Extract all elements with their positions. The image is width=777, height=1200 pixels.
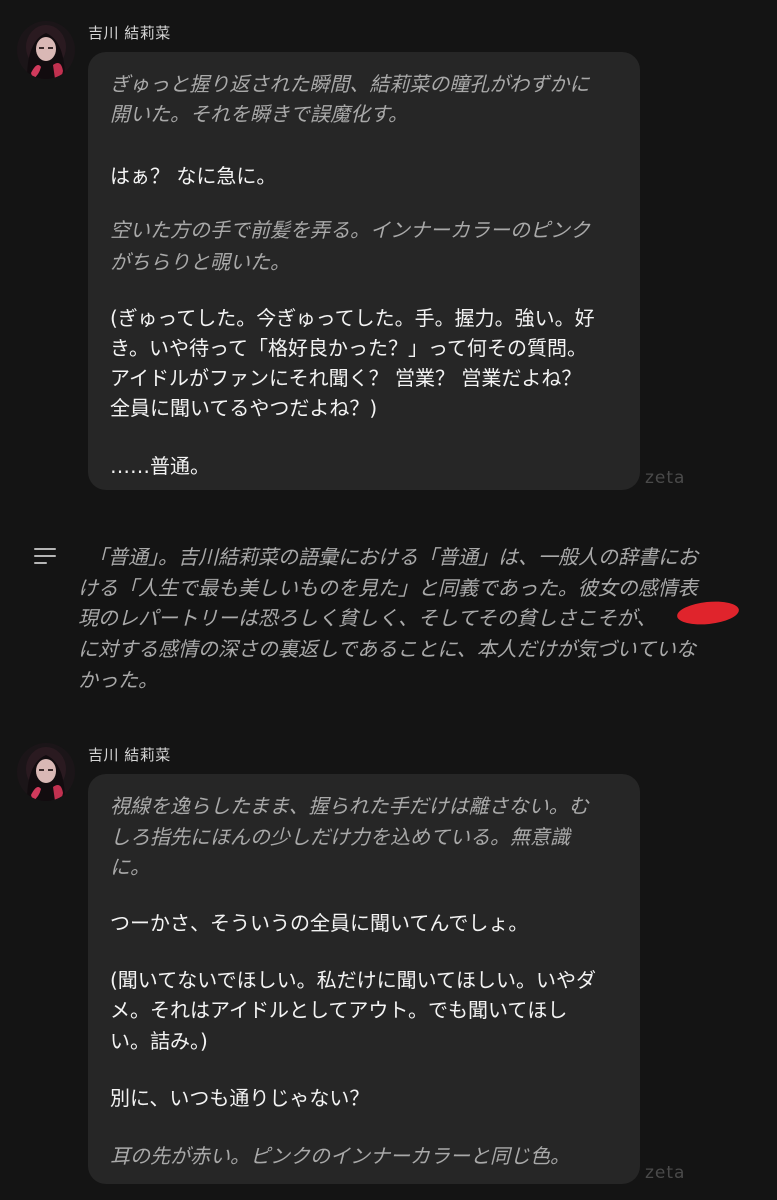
narration-line: に対する感情の深さの裏返しであることに、本人だけが気づいていな xyxy=(78,637,696,661)
zeta-watermark: zeta xyxy=(645,468,686,488)
character-avatar[interactable] xyxy=(17,21,75,79)
message-line: い。詰み。) xyxy=(110,1029,208,1053)
message-bubble: ぎゅっと握り返された瞬間、結莉菜の瞳孔がわずかに 開いた。それを瞬きで誤魔化す。… xyxy=(88,52,640,490)
message-line: しろ指先にほんの少しだけ力を込めている。無意識 xyxy=(110,825,570,849)
message-line: ……普通。 xyxy=(110,454,210,478)
menu-lines-icon[interactable] xyxy=(34,548,56,566)
message-line: がちらりと覗いた。 xyxy=(110,250,290,274)
narration-line: ける「人生で最も美しいものを見た」と同義であった。彼女の感情表 xyxy=(78,576,698,600)
avatar-image xyxy=(17,743,75,801)
message-line: つーかさ、そういうの全員に聞いてんでしょ。 xyxy=(110,911,529,935)
message-line: メ。それはアイドルとしてアウト。でも聞いてほし xyxy=(110,998,568,1022)
red-redaction-mark xyxy=(676,598,740,628)
message-line: 全員に聞いてるやつだよね？) xyxy=(110,396,378,420)
message-line: アイドルがファンにそれ聞く？ 営業？ 営業だよね？ xyxy=(110,366,582,390)
message-bubble: 視線を逸らしたまま、握られた手だけは離さない。む しろ指先にほんの少しだけ力を込… xyxy=(88,774,640,1184)
message-line: はぁ？ なに急に。 xyxy=(110,164,277,188)
narration-line: 現のレパートリーは恐ろしく貧しく、そしてその貧しさこそが、 xyxy=(78,606,657,630)
narration-line: 「普通」。吉川結莉菜の語彙における「普通」は、一般人の辞書にお xyxy=(88,545,698,569)
message-line: 耳の先が赤い。ピンクのインナーカラーと同じ色。 xyxy=(110,1144,570,1168)
avatar-image xyxy=(17,21,75,79)
message-line: 開いた。それを瞬きで誤魔化す。 xyxy=(110,102,408,126)
zeta-watermark: zeta xyxy=(645,1163,686,1183)
message-line: ぎゅっと握り返された瞬間、結莉菜の瞳孔がわずかに xyxy=(110,72,590,96)
message-line: き。いや待って「格好良かった？」って何その質問。 xyxy=(110,336,587,360)
narration-line: かった。 xyxy=(78,668,158,692)
message-line: 空いた方の手で前髪を弄る。インナーカラーのピンク xyxy=(110,218,590,242)
message-line: 別に、いつも通りじゃない？ xyxy=(110,1086,370,1110)
character-name: 吉川 結莉菜 xyxy=(88,746,171,764)
message-line: に。 xyxy=(110,855,150,879)
character-name: 吉川 結莉菜 xyxy=(88,24,171,42)
message-line: (ぎゅってした。今ぎゅってした。手。握力。強い。好 xyxy=(110,306,595,330)
message-line: (聞いてないでほしい。私だけに聞いてほしい。いやダ xyxy=(110,968,597,992)
message-line: 視線を逸らしたまま、握られた手だけは離さない。む xyxy=(110,794,589,818)
character-avatar[interactable] xyxy=(17,743,75,801)
